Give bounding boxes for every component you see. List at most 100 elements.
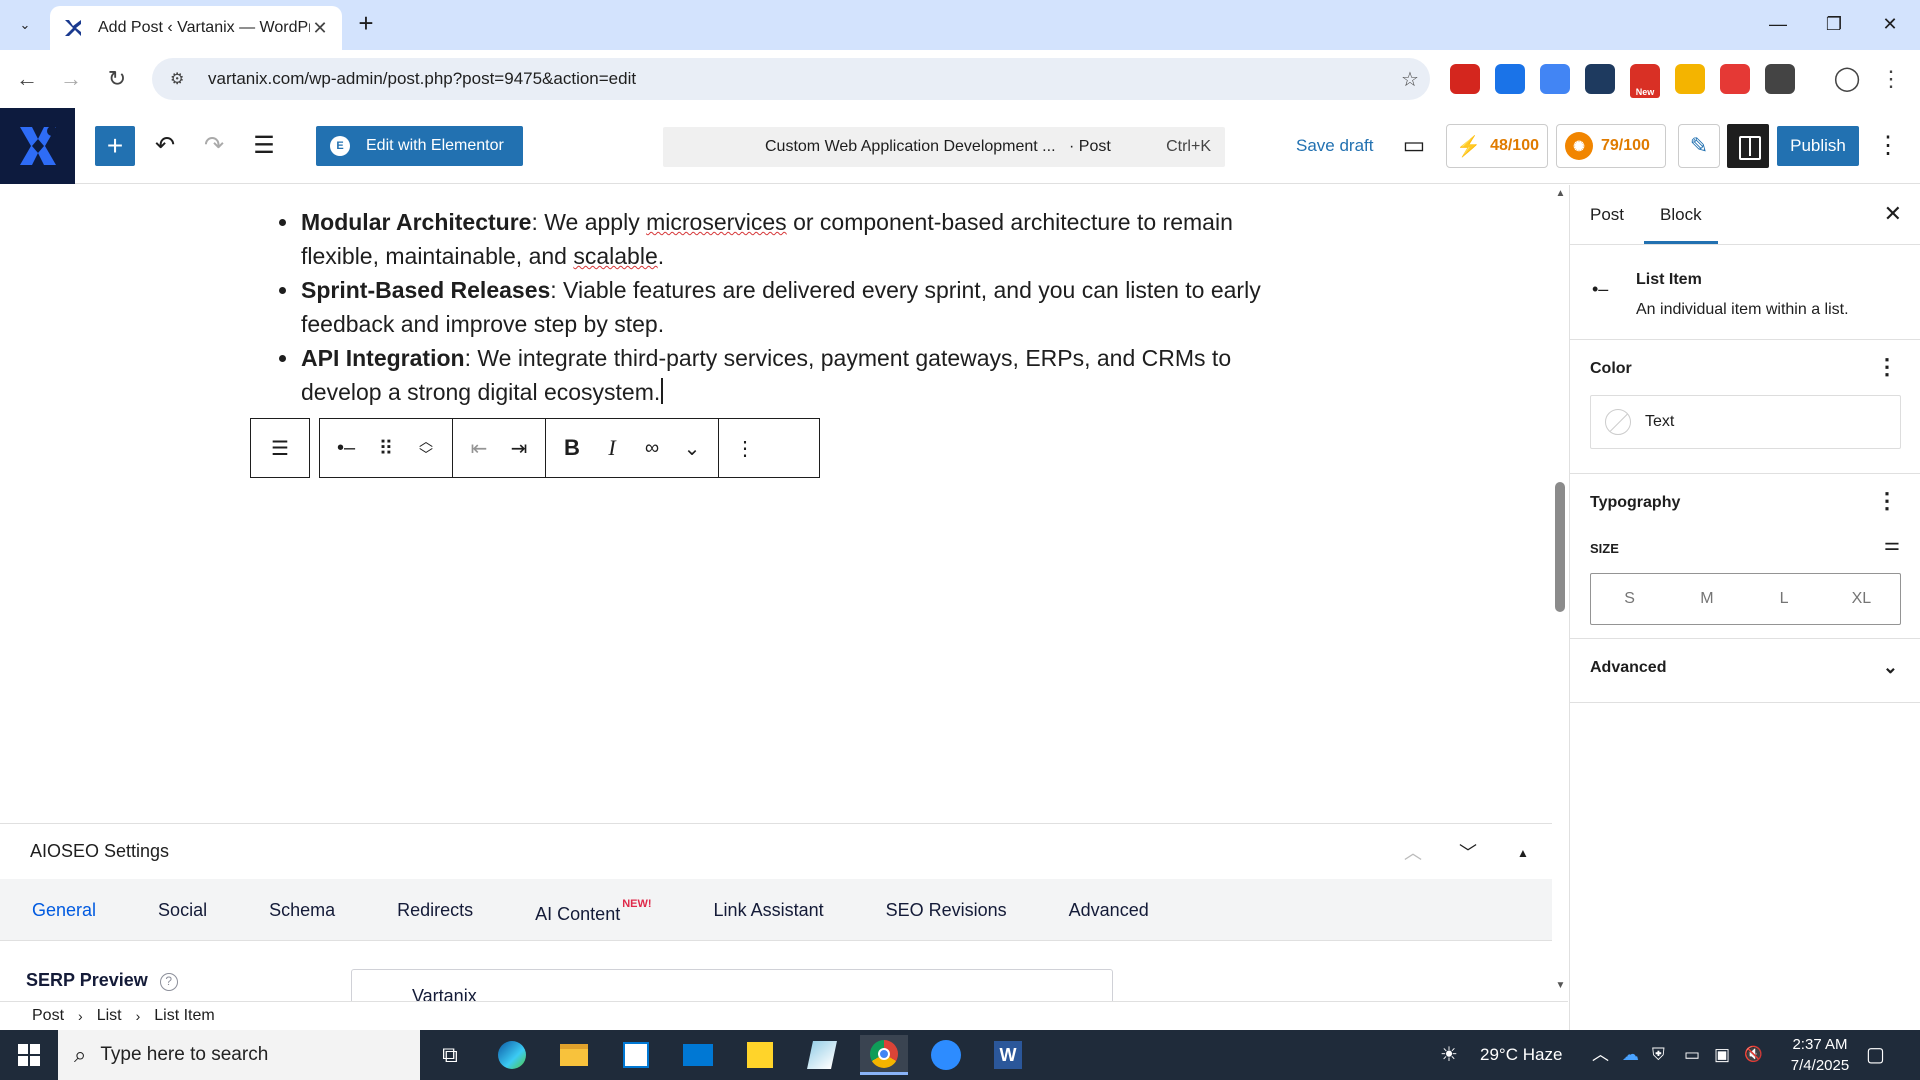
site-info-icon[interactable]: ⚙ <box>170 69 192 89</box>
url-text[interactable]: vartanix.com/wp-admin/post.php?post=9475… <box>208 69 1390 89</box>
custom-size-icon[interactable]: ⚌ <box>1884 534 1900 555</box>
breadcrumb-list[interactable]: List <box>97 1007 122 1025</box>
edit-with-elementor-button[interactable]: E Edit with Elementor <box>316 126 523 166</box>
outdent-icon[interactable]: ⇤ <box>459 428 499 468</box>
italic-icon[interactable]: I <box>592 428 632 468</box>
notifications-icon[interactable]: ▢ <box>1866 1030 1885 1080</box>
help-icon[interactable]: ? <box>159 973 178 991</box>
size-option-s[interactable]: S <box>1591 574 1668 624</box>
reload-icon[interactable]: ↻ <box>102 64 132 94</box>
wallet-icon[interactable] <box>1585 64 1615 94</box>
tab-ai-content[interactable]: AI Content NEW! <box>535 879 651 941</box>
misspelled-word[interactable]: microservices <box>646 209 787 235</box>
panel-move-up-icon[interactable]: ︿ <box>1398 838 1428 868</box>
size-option-l[interactable]: L <box>1746 574 1823 624</box>
show-hidden-icons[interactable]: ︿ <box>1592 1030 1609 1080</box>
scroll-up-icon[interactable]: ▲ <box>1553 188 1568 199</box>
edge-icon[interactable] <box>488 1035 536 1075</box>
battery-icon[interactable]: ▭ <box>1684 1030 1700 1080</box>
site-logo[interactable] <box>0 108 75 184</box>
omnibox[interactable]: ⚙ vartanix.com/wp-admin/post.php?post=94… <box>152 58 1430 100</box>
taskbar-search[interactable]: ⌕ Type here to search <box>58 1030 420 1080</box>
more-rich-text-icon[interactable]: ⌄ <box>672 428 712 468</box>
file-explorer-icon[interactable] <box>550 1035 598 1075</box>
chevron-down-icon[interactable]: ⌄ <box>1883 657 1898 678</box>
list-item-icon[interactable]: •– <box>326 428 366 468</box>
puzzle-icon[interactable] <box>1765 64 1795 94</box>
scroll-down-icon[interactable]: ▼ <box>1553 980 1568 991</box>
bookmark-star-icon[interactable]: ☆ <box>1390 67 1430 92</box>
document-icon[interactable] <box>1540 64 1570 94</box>
list-parent-icon[interactable]: ☰ <box>260 428 300 468</box>
tab-advanced[interactable]: Advanced <box>1069 879 1149 941</box>
tab-search-button[interactable]: ⌄ <box>10 12 40 38</box>
tab-seo-revisions[interactable]: SEO Revisions <box>886 879 1007 941</box>
aioseo-header[interactable]: AIOSEO Settings <box>0 824 1552 879</box>
publish-button[interactable]: Publish <box>1777 126 1859 166</box>
restore-icon[interactable]: ❐ <box>1814 10 1854 38</box>
tab-schema[interactable]: Schema <box>269 879 335 941</box>
indent-icon[interactable]: ⇥ <box>499 428 539 468</box>
tab-general[interactable]: General <box>32 879 96 941</box>
mail-icon[interactable] <box>674 1035 722 1075</box>
tab-social[interactable]: Social <box>158 879 207 941</box>
start-button[interactable] <box>0 1030 58 1080</box>
tab-post[interactable]: Post <box>1590 205 1624 225</box>
bold-icon[interactable]: B <box>552 428 592 468</box>
new-extension-icon[interactable]: New <box>1630 64 1660 98</box>
panel-move-down-icon[interactable]: ﹀ <box>1453 838 1483 868</box>
tab-redirects[interactable]: Redirects <box>397 879 473 941</box>
editor-canvas[interactable]: Modular Architecture: We apply microserv… <box>0 185 1568 823</box>
word-icon[interactable]: W <box>984 1035 1032 1075</box>
chrome-menu-icon[interactable]: ⋮ <box>1876 64 1906 94</box>
tab-link-assistant[interactable]: Link Assistant <box>714 879 824 941</box>
weather-text[interactable]: 29°C Haze <box>1480 1030 1562 1080</box>
pokeball-icon[interactable] <box>1720 64 1750 94</box>
redo-icon[interactable]: ↷ <box>196 128 232 164</box>
readability-score-button[interactable]: ⚡ 48/100 <box>1446 124 1548 168</box>
minimize-icon[interactable]: — <box>1758 10 1798 38</box>
store-icon[interactable] <box>612 1035 660 1075</box>
acrobat-icon[interactable] <box>1450 64 1480 94</box>
text-color-button[interactable]: Text <box>1590 395 1901 449</box>
command-palette-bar[interactable]: Custom Web Application Development ... ·… <box>663 127 1225 167</box>
options-menu-icon[interactable]: ⋮ <box>1876 128 1900 164</box>
sticky-notes-icon[interactable] <box>736 1035 784 1075</box>
ai-wand-icon[interactable]: ✎ <box>1678 124 1720 168</box>
list-item[interactable]: Sprint-Based Releases: Viable features a… <box>273 273 1313 341</box>
select-parent-block-button[interactable]: ☰ <box>250 418 310 478</box>
size-option-m[interactable]: M <box>1668 574 1745 624</box>
breadcrumb-post[interactable]: Post <box>32 1007 64 1025</box>
seo-score-button[interactable]: ✺ 79/100 <box>1556 124 1666 168</box>
block-options-icon[interactable]: ⋮ <box>725 428 765 468</box>
security-icon[interactable]: ⛨ <box>1652 1030 1665 1080</box>
new-tab-button[interactable]: + <box>352 10 380 38</box>
tab-close-icon[interactable]: ✕ <box>310 18 330 39</box>
add-block-button[interactable]: + <box>95 126 135 166</box>
profile-icon[interactable]: ◯ <box>1832 64 1862 94</box>
browser-tab[interactable]: Add Post ‹ Vartanix — WordPre ✕ <box>50 6 342 50</box>
color-options-icon[interactable]: ⋮ <box>1876 354 1898 380</box>
size-option-xl[interactable]: XL <box>1823 574 1900 624</box>
scrollbar-thumb[interactable] <box>1555 482 1565 612</box>
back-icon[interactable]: ← <box>12 64 42 94</box>
misspelled-word[interactable]: scalable <box>573 243 657 269</box>
list-item[interactable]: API Integration: We integrate third-part… <box>273 341 1313 409</box>
advanced-panel[interactable]: Advanced ⌄ <box>1570 639 1920 703</box>
notes-app-icon[interactable] <box>798 1035 846 1075</box>
panel-collapse-icon[interactable]: ▲ <box>1508 838 1538 868</box>
preview-device-icon[interactable]: ▭ <box>1396 128 1432 164</box>
save-draft-button[interactable]: Save draft <box>1296 136 1374 156</box>
zoom-icon[interactable] <box>922 1035 970 1075</box>
weather-icon[interactable]: ☀ <box>1440 1030 1458 1080</box>
drag-handle-icon[interactable]: ⠿ <box>366 428 406 468</box>
coupon-icon[interactable] <box>1675 64 1705 94</box>
forward-icon[interactable]: → <box>56 64 86 94</box>
link-icon[interactable]: ∞ <box>632 428 672 468</box>
close-sidebar-icon[interactable]: ✕ <box>1884 201 1902 227</box>
task-view-icon[interactable]: ⧉ <box>426 1035 474 1075</box>
mute-icon[interactable]: 🔇 <box>1744 1030 1763 1080</box>
document-overview-icon[interactable]: ☰ <box>246 128 282 164</box>
clock[interactable]: 2:37 AM 7/4/2025 <box>1770 1034 1870 1076</box>
undo-icon[interactable]: ↶ <box>147 128 183 164</box>
